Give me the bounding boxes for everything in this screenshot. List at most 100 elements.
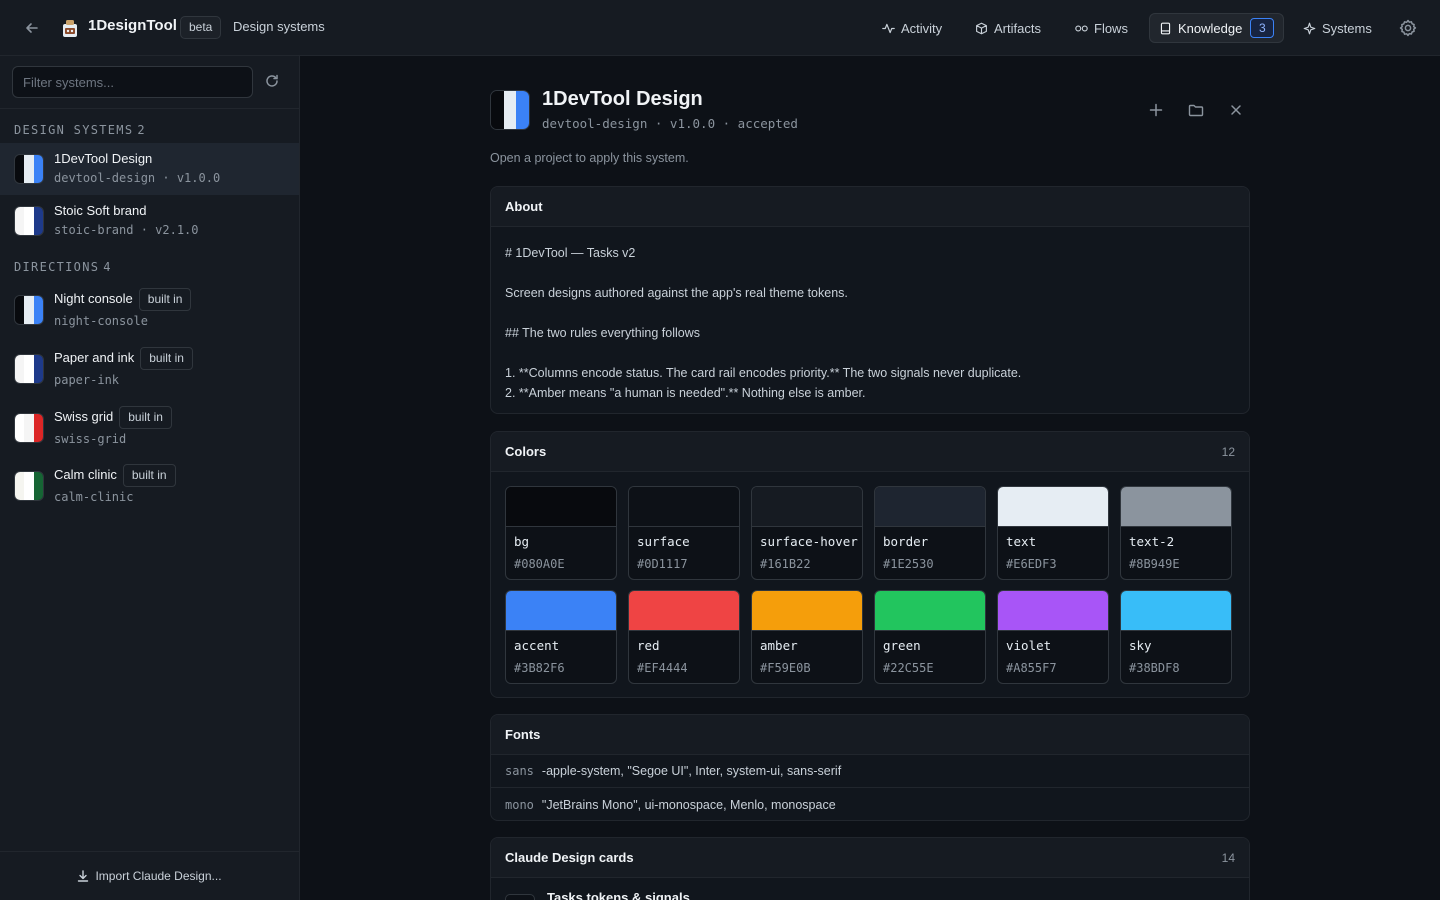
about-card: About # 1DevTool — Tasks v2 Screen desig…	[490, 186, 1250, 414]
filter-systems-input[interactable]	[12, 66, 253, 98]
font-row-sans: sans -apple-system, "Segoe UI", Inter, s…	[491, 755, 1249, 788]
claude-card-item[interactable]: Tasks tokens & signals	[491, 878, 1249, 900]
directions-heading: DIRECTIONS 4	[14, 260, 111, 274]
gear-icon[interactable]	[1398, 18, 1418, 38]
direction-swatch	[14, 354, 44, 384]
card-thumbnail-icon	[505, 894, 535, 900]
color-token-red[interactable]: red #EF4444	[628, 590, 740, 684]
font-key: mono	[505, 797, 534, 812]
color-token-amber[interactable]: amber #F59E0B	[751, 590, 863, 684]
direction-slug: night-console	[54, 314, 148, 328]
nav-systems-label: Systems	[1322, 20, 1372, 36]
color-token-text[interactable]: text #E6EDF3	[997, 486, 1109, 580]
direction-item[interactable]: Paper and ink built in paper-ink	[0, 343, 299, 399]
system-meta: devtool-design · v1.0.0 · accepted	[542, 116, 798, 131]
font-key: sans	[505, 764, 534, 778]
app-logo-icon	[60, 17, 80, 39]
color-hex: #A855F7	[1006, 661, 1057, 675]
design-system-item[interactable]: 1DevTool Design devtool-design · v1.0.0	[0, 143, 299, 195]
nav-activity[interactable]: Activity	[873, 13, 951, 43]
color-token-surface-hover[interactable]: surface-hover #161B22	[751, 486, 863, 580]
color-chip	[629, 487, 739, 527]
color-chip	[752, 487, 862, 527]
system-swatch	[14, 154, 44, 184]
colors-title: Colors	[505, 444, 547, 459]
color-token-text-2[interactable]: text-2 #8B949E	[1120, 486, 1232, 580]
system-swatch	[14, 206, 44, 236]
import-claude-design-button[interactable]: Import Claude Design...	[0, 851, 299, 900]
design-system-item[interactable]: Stoic Soft brand stoic-brand · v2.1.0	[0, 195, 299, 247]
color-token-sky[interactable]: sky #38BDF8	[1120, 590, 1232, 684]
back-arrow-icon[interactable]	[22, 18, 42, 38]
built-in-badge: built in	[119, 406, 172, 429]
fonts-card: Fonts sans -apple-system, "Segoe UI", In…	[490, 714, 1250, 821]
color-token-border[interactable]: border #1E2530	[874, 486, 986, 580]
direction-slug: swiss-grid	[54, 432, 127, 446]
color-chip	[506, 591, 616, 631]
directions-count: 4	[103, 260, 111, 274]
folder-icon[interactable]	[1186, 100, 1206, 120]
built-in-badge: built in	[122, 464, 176, 487]
main-panel: 1DevTool Design devtool-design · v1.0.0 …	[300, 56, 1440, 900]
color-hex: #EF4444	[637, 661, 688, 675]
refresh-icon[interactable]	[264, 73, 282, 91]
direction-item[interactable]: Night console built in night-console	[0, 284, 299, 340]
cube-icon	[976, 22, 987, 34]
direction-swatch	[14, 295, 44, 325]
color-name: bg	[514, 534, 530, 549]
nav-flows[interactable]: Flows	[1066, 13, 1137, 43]
font-row-mono: mono "JetBrains Mono", ui-monospace, Men…	[491, 788, 1249, 820]
design-systems-heading: DESIGN SYSTEMS 2	[14, 123, 145, 137]
color-name: surface-hover	[760, 534, 858, 549]
about-card-header: About	[491, 187, 1249, 227]
color-token-accent[interactable]: accent #3B82F6	[505, 590, 617, 684]
about-line: # 1DevTool — Tasks v2	[505, 246, 636, 260]
color-chip	[875, 591, 985, 631]
color-chip	[629, 591, 739, 631]
nav-activity-label: Activity	[901, 20, 943, 36]
design-systems-count: 2	[137, 123, 145, 137]
download-icon	[78, 870, 89, 882]
nav-artifacts[interactable]: Artifacts	[966, 13, 1050, 43]
close-icon[interactable]	[1226, 100, 1246, 120]
color-name: green	[883, 638, 921, 653]
color-token-bg[interactable]: bg #080A0E	[505, 486, 617, 580]
colors-grid: bg #080A0E surface #0D1117 surface-hover #161…	[491, 472, 1249, 697]
import-label: Import Claude Design...	[95, 869, 222, 883]
color-token-violet[interactable]: violet #A855F7	[997, 590, 1109, 684]
font-value: "JetBrains Mono", ui-monospace, Menlo, m…	[541, 797, 836, 812]
built-in-badge: built in	[138, 288, 192, 311]
color-chip	[752, 591, 862, 631]
direction-item[interactable]: Calm clinic built in calm-clinic	[0, 460, 299, 516]
system-name: Stoic Soft brand	[54, 203, 147, 218]
system-slug: stoic-brand · v2.1.0	[54, 223, 199, 237]
breadcrumb[interactable]: Design systems	[233, 19, 325, 34]
color-token-surface[interactable]: surface #0D1117	[628, 486, 740, 580]
activity-icon	[882, 23, 895, 33]
nav-artifacts-label: Artifacts	[994, 20, 1041, 36]
sparkle-icon	[1303, 22, 1316, 34]
direction-item[interactable]: Swiss grid built in swiss-grid	[0, 402, 299, 458]
color-hex: #8B949E	[1129, 557, 1180, 571]
color-hex: #F59E0B	[760, 661, 811, 675]
about-line: Screen designs authored against the app'…	[505, 286, 848, 300]
flow-icon	[1075, 24, 1088, 32]
color-hex: #1E2530	[883, 557, 934, 571]
claude-card-name: Tasks tokens & signals	[547, 890, 690, 900]
color-chip	[1121, 487, 1231, 527]
fonts-title: Fonts	[505, 727, 541, 742]
color-hex: #080A0E	[514, 557, 565, 571]
color-chip	[998, 591, 1108, 631]
add-icon[interactable]	[1146, 100, 1166, 120]
about-line: ## The two rules everything follows	[505, 326, 701, 340]
beta-badge: beta	[180, 16, 222, 39]
nav-systems[interactable]: Systems	[1294, 13, 1381, 43]
color-hex: #E6EDF3	[1006, 557, 1057, 571]
color-name: sky	[1129, 638, 1152, 653]
nav-knowledge[interactable]: Knowledge 3	[1149, 13, 1285, 43]
colors-count: 12	[1221, 444, 1235, 459]
color-token-green[interactable]: green #22C55E	[874, 590, 986, 684]
book-icon	[1160, 22, 1171, 34]
direction-name: Paper and ink built in	[54, 347, 193, 370]
sidebar-divider	[0, 108, 299, 109]
